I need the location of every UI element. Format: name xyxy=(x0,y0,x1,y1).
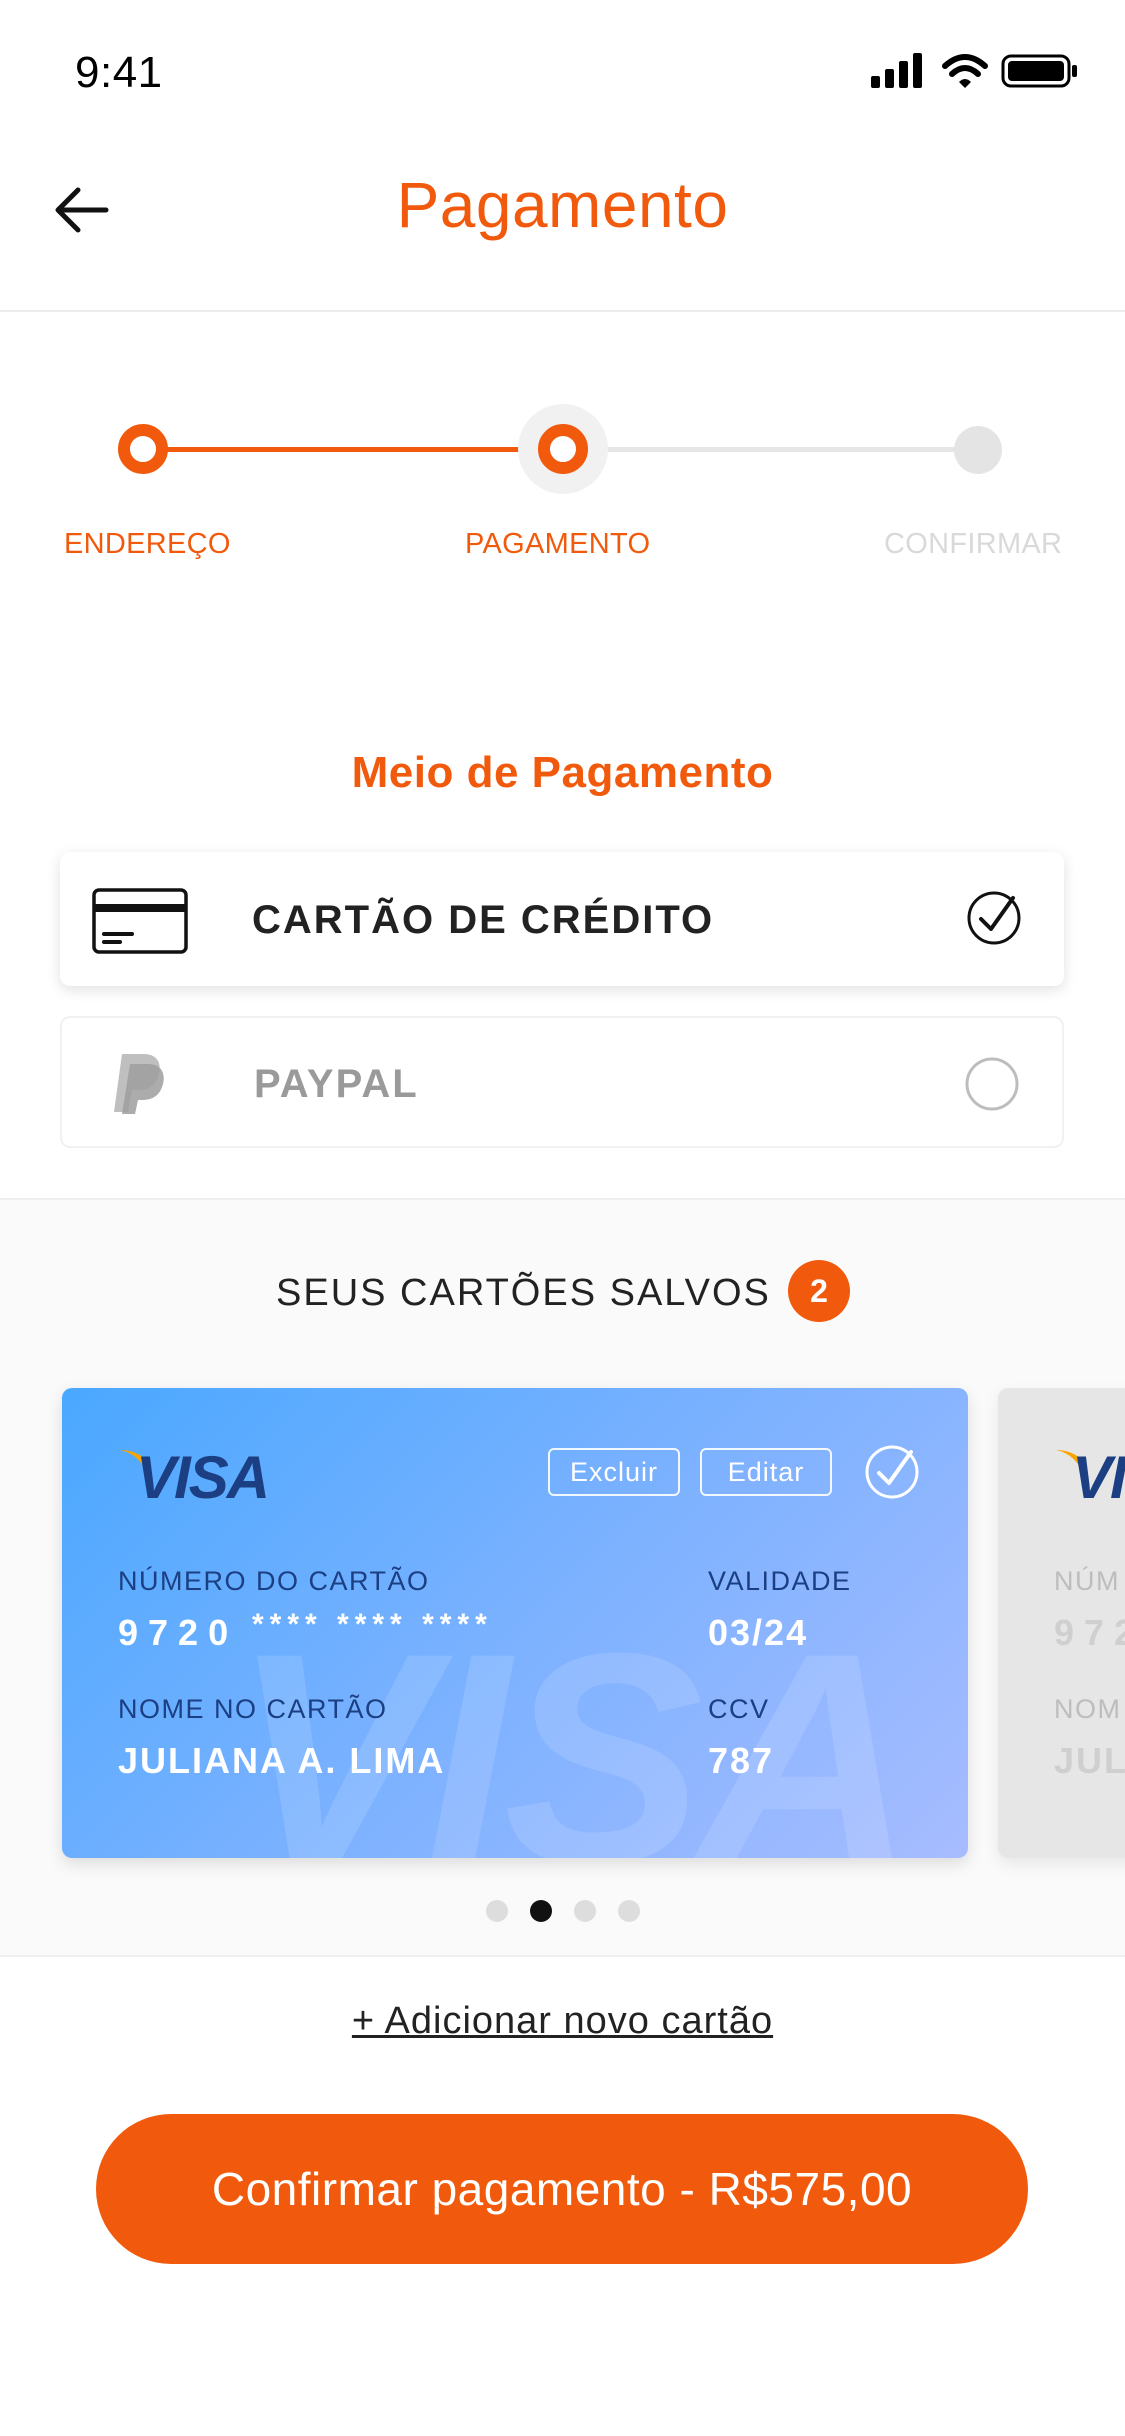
check-circle-icon[interactable] xyxy=(966,890,1022,946)
saved-card-next[interactable]: VI NÚM 972 NOM JUL xyxy=(998,1388,1125,1858)
saved-cards-count-badge: 2 xyxy=(788,1260,850,1322)
add-card-link[interactable]: + Adicionar novo cartão xyxy=(0,2000,1125,2043)
card-holder-label: NOM xyxy=(1054,1694,1122,1724)
card-number-label: NÚM xyxy=(1054,1566,1120,1596)
svg-text:VI: VI xyxy=(1072,1444,1125,1510)
card-selected-check-icon[interactable] xyxy=(864,1444,920,1500)
payment-option-credit-card[interactable]: CARTÃO DE CRÉDITO xyxy=(60,852,1064,986)
radio-circle-icon[interactable] xyxy=(964,1056,1020,1112)
step-label-pagamento[interactable]: PAGAMENTO xyxy=(465,528,650,561)
credit-card-icon xyxy=(92,888,188,959)
pager-dot[interactable] xyxy=(485,1900,508,1922)
pager-dot[interactable] xyxy=(617,1900,640,1922)
pager-dot[interactable] xyxy=(573,1900,596,1922)
status-icons xyxy=(863,50,1083,90)
signal-icon xyxy=(871,53,922,88)
step-label-endereco[interactable]: ENDEREÇO xyxy=(64,528,231,561)
wifi-icon xyxy=(942,54,988,88)
card-number-masked: **** **** **** xyxy=(252,1608,493,1641)
step-label-confirmar[interactable]: CONFIRMAR xyxy=(884,528,1062,561)
saved-cards-section: SEUS CARTÕES SALVOS 2 VISA VISA Excluir … xyxy=(0,1198,1125,1957)
payment-option-label: PAYPAL xyxy=(254,1062,419,1106)
card-holder-name: JULIANA A. LIMA xyxy=(118,1740,446,1781)
payment-option-label: CARTÃO DE CRÉDITO xyxy=(252,898,715,942)
card-ccv-label: CCV xyxy=(708,1694,770,1724)
step-dot-confirmar[interactable] xyxy=(954,426,1002,474)
pager-dot-active[interactable] xyxy=(529,1900,552,1922)
card-ccv-value: 787 xyxy=(708,1740,775,1781)
stepper-line-done xyxy=(142,447,562,452)
step-dot-endereco[interactable] xyxy=(118,424,168,474)
payment-method-title: Meio de Pagamento xyxy=(351,748,774,797)
step-dot-pagamento[interactable] xyxy=(538,424,588,474)
saved-card-visa[interactable]: VISA VISA Excluir Editar NÚMERO DO CARTÃ… xyxy=(62,1388,968,1858)
checkout-stepper: ENDEREÇO PAGAMENTO CONFIRMAR xyxy=(0,380,1125,580)
battery-icon xyxy=(1001,54,1077,88)
card-number-start: 972 xyxy=(1054,1612,1125,1653)
card-pager xyxy=(0,1900,1125,1922)
visa-logo: VI xyxy=(1054,1440,1125,1511)
page-title: Pagamento xyxy=(396,169,729,241)
payment-option-paypal[interactable]: PAYPAL xyxy=(60,1016,1064,1148)
saved-cards-title: SEUS CARTÕES SALVOS xyxy=(276,1272,771,1314)
card-holder-label: NOME NO CARTÃO xyxy=(118,1694,388,1724)
paypal-icon xyxy=(108,1052,168,1121)
visa-logo: VISA xyxy=(118,1440,298,1511)
card-holder-name: JUL xyxy=(1054,1740,1125,1781)
card-number-start: 9720 xyxy=(118,1612,239,1653)
card-validity-value: 03/24 xyxy=(708,1612,809,1653)
card-validity-label: VALIDADE xyxy=(708,1566,852,1596)
card-number-label: NÚMERO DO CARTÃO xyxy=(118,1566,430,1596)
svg-text:VISA: VISA xyxy=(136,1444,268,1510)
delete-card-button[interactable]: Excluir xyxy=(548,1448,680,1496)
stepper-line-pending xyxy=(562,447,977,452)
header-divider xyxy=(0,310,1125,312)
status-time: 9:41 xyxy=(75,48,163,97)
edit-card-button[interactable]: Editar xyxy=(700,1448,832,1496)
confirm-payment-button[interactable]: Confirmar pagamento - R$575,00 xyxy=(96,2114,1028,2264)
